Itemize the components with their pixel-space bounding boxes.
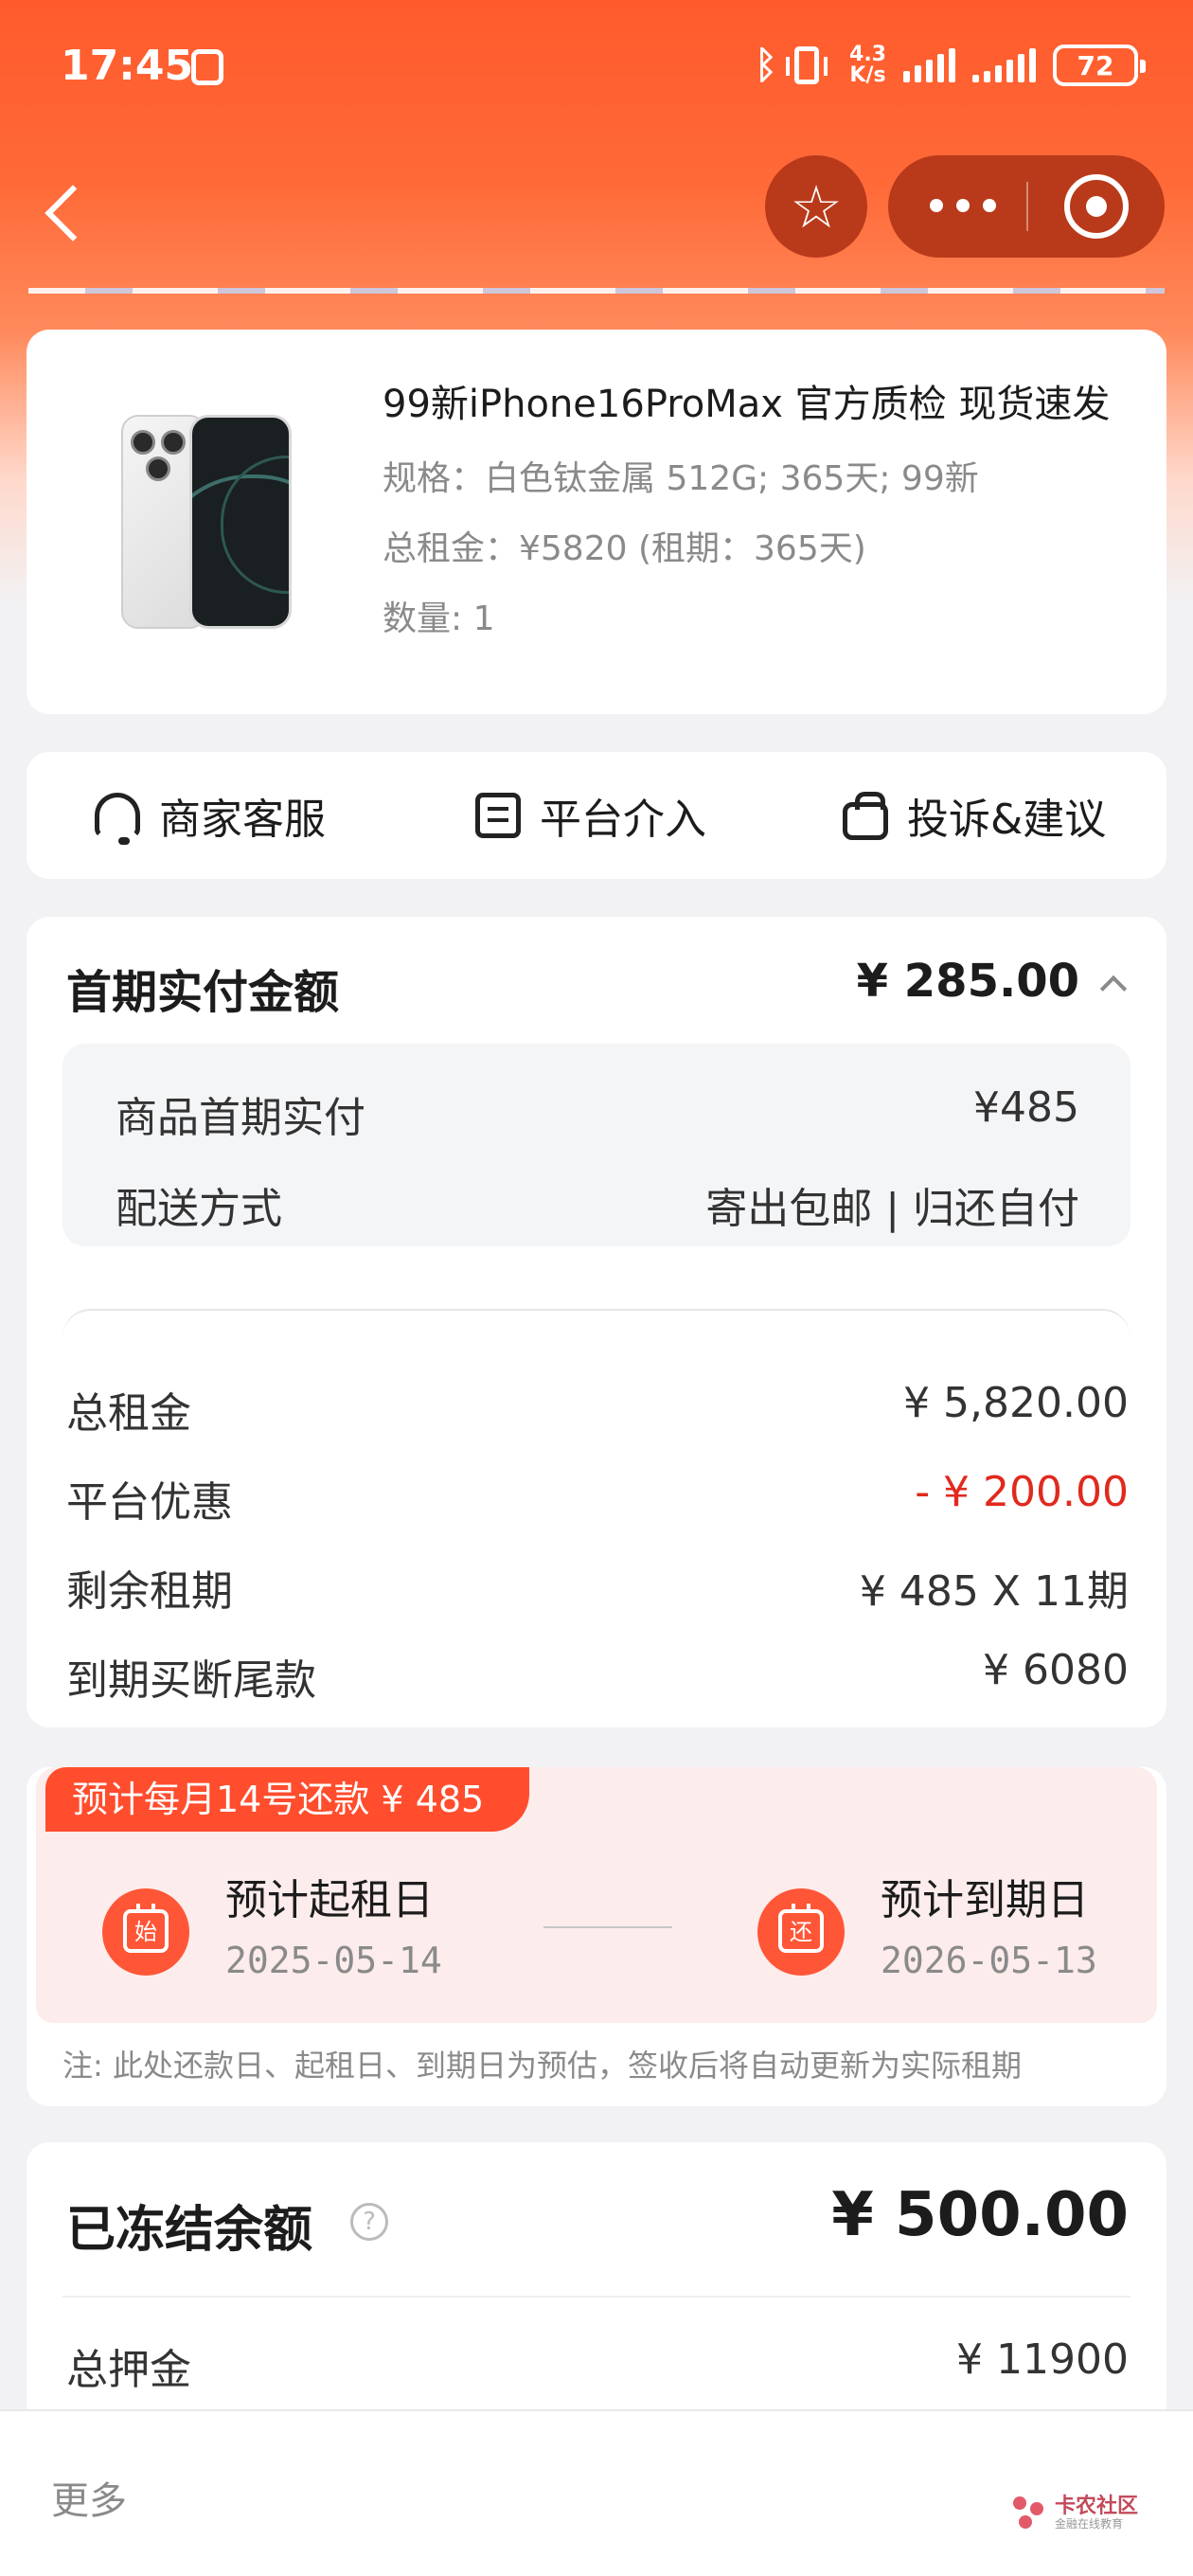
product-quantity: 数量: 1	[383, 599, 495, 638]
end-date-value: 2026-05-13	[881, 1940, 1097, 1981]
message-icon	[475, 793, 521, 838]
status-bar: 17:45 ᛒ 4.3 K/s 72	[0, 0, 1193, 142]
buyout-label: 到期买断尾款	[66, 1656, 316, 1705]
start-date-value: 2025-05-14	[225, 1940, 442, 1981]
signal-icon	[903, 48, 955, 82]
first-payment-amount: ¥ 285.00	[856, 955, 1079, 1008]
status-icons: ᛒ 4.3 K/s 72	[755, 42, 1146, 89]
frozen-balance-title: 已冻结余额	[66, 2202, 313, 2259]
phone-front-image	[189, 415, 292, 629]
more-button[interactable]: 更多	[51, 2470, 127, 2525]
end-date-label: 预计到期日	[881, 1876, 1089, 1924]
product-spec: 规格：白色钛金属 512G; 365天; 99新	[383, 459, 979, 498]
nfc-icon	[191, 49, 223, 85]
detail-label: 配送方式	[116, 1185, 282, 1233]
schedule-box: 预计每月14号还款 ¥ 485 始 预计起租日 2025-05-14 还 预计到…	[36, 1767, 1157, 2023]
platform-discount-value: - ¥ 200.00	[915, 1468, 1129, 1516]
first-payment-title: 首期实付金额	[66, 966, 340, 1019]
product-image	[121, 415, 292, 633]
schedule-connector	[543, 1926, 672, 1928]
complaint-label: 投诉&建议	[907, 796, 1107, 844]
platform-intervene-label: 平台介入	[540, 796, 706, 844]
network-speed-unit: K/s	[849, 63, 886, 87]
watermark-sub: 金融在线教育	[1054, 2517, 1123, 2531]
favorite-button[interactable]: ☆	[765, 155, 867, 258]
complaint-button[interactable]: 投诉&建议	[843, 752, 1106, 879]
remaining-term-value: ¥ 485 X 11期	[859, 1567, 1129, 1616]
detail-label: 商品首期实付	[116, 1094, 365, 1142]
frozen-balance-card: 已冻结余额 ? ¥ 500.00 总押金 ¥ 11900	[27, 2142, 1166, 2426]
total-rent-value: ¥ 5,820.00	[903, 1379, 1129, 1427]
calendar-end-text: 还	[778, 1904, 824, 1953]
schedule-card: 预计每月14号还款 ¥ 485 始 预计起租日 2025-05-14 还 预计到…	[27, 1767, 1166, 2106]
calendar-start-icon: 始	[102, 1888, 189, 1976]
buyout-value: ¥ 6080	[983, 1646, 1129, 1694]
close-target-icon[interactable]	[1064, 174, 1129, 239]
bottom-bar: 更多 卡农社区 金融在线教育	[0, 2409, 1193, 2576]
chevron-up-icon[interactable]	[1099, 975, 1128, 1003]
decorative-dash-line	[28, 288, 1165, 294]
signal-icon-2	[972, 48, 1036, 82]
capsule-divider	[1026, 182, 1028, 231]
payment-details-box: 商品首期实付 ¥485 配送方式 寄出包邮 | 归还自付	[62, 1044, 1131, 1246]
help-icon[interactable]: ?	[350, 2203, 388, 2241]
network-speed: 4.3 K/s	[849, 45, 886, 86]
detail-value: 寄出包邮 | 归还自付	[705, 1185, 1079, 1233]
bag-icon	[843, 792, 888, 840]
merchant-service-label: 商家客服	[159, 796, 326, 844]
remaining-term-label: 剩余租期	[66, 1567, 233, 1616]
star-icon: ☆	[790, 171, 843, 242]
payment-card: 首期实付金额 ¥ 285.00 商品首期实付 ¥485 配送方式 寄出包邮 | …	[27, 917, 1166, 1727]
more-dots-icon[interactable]	[930, 199, 996, 212]
calendar-start-text: 始	[123, 1904, 169, 1953]
start-date-label: 预计起租日	[225, 1876, 434, 1924]
watermark-name: 卡农社区	[1054, 2495, 1138, 2518]
frozen-balance-amount: ¥ 500.00	[831, 2180, 1129, 2250]
headset-icon	[95, 793, 140, 845]
watermark-logo: 卡农社区 金融在线教育	[1012, 2495, 1138, 2531]
total-deposit-value: ¥ 11900	[956, 2335, 1129, 2384]
back-button[interactable]	[38, 170, 95, 246]
watermark-icon	[1012, 2496, 1047, 2531]
detail-value: ¥485	[973, 1083, 1079, 1132]
vibrate-icon	[786, 46, 828, 84]
repayment-badge: 预计每月14号还款 ¥ 485	[45, 1767, 530, 1832]
mini-program-capsule	[888, 155, 1165, 258]
product-total-rent: 总租金：¥5820 (租期：365天)	[383, 529, 866, 568]
product-card[interactable]: 99新iPhone16ProMax 官方质检 现货速发 规格：白色钛金属 512…	[27, 330, 1166, 714]
merchant-service-button[interactable]: 商家客服	[95, 752, 326, 879]
product-title: 99新iPhone16ProMax 官方质检 现货速发	[383, 383, 1111, 426]
total-rent-label: 总租金	[66, 1389, 191, 1438]
total-deposit-label: 总押金	[66, 2346, 191, 2394]
section-divider	[62, 1309, 1131, 1337]
battery-icon: 72	[1053, 45, 1146, 86]
schedule-note: 注: 此处还款日、起租日、到期日为预估，签收后将自动更新为实际租期	[62, 2048, 1022, 2084]
calendar-end-icon: 还	[757, 1888, 845, 1976]
divider	[62, 2296, 1131, 2298]
service-actions: 商家客服 平台介入 投诉&建议	[27, 752, 1166, 879]
platform-intervene-button[interactable]: 平台介入	[475, 752, 706, 879]
platform-discount-label: 平台优惠	[66, 1478, 233, 1527]
status-time: 17:45	[61, 42, 194, 90]
bluetooth-icon: ᛒ	[755, 44, 778, 87]
